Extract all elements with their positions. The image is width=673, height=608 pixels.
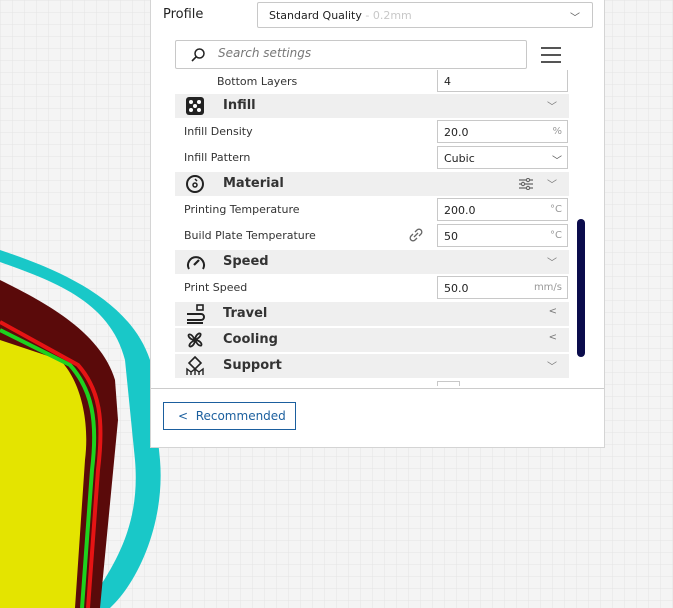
chevron-left-icon: < — [548, 332, 557, 343]
support-icon — [186, 356, 204, 375]
search-icon — [191, 48, 205, 62]
profile-value: Standard Quality — [269, 9, 362, 22]
category-title: Travel — [223, 306, 268, 321]
category-travel[interactable]: Travel < — [175, 302, 569, 326]
category-cooling[interactable]: Cooling < — [175, 328, 569, 352]
printing-temperature-input[interactable]: 200.0 °C — [437, 198, 568, 221]
settings-list: Bottom Layers 4 Infill ﹀ Infill Density 20.… — [175, 70, 569, 386]
infill-pattern-dropdown[interactable]: Cubic ﹀ — [437, 146, 568, 169]
print-settings-panel: Profile Standard Quality - 0.2mm ﹀ Bottom… — [150, 0, 605, 448]
chevron-down-icon: ﹀ — [547, 180, 557, 191]
profile-dropdown[interactable]: Standard Quality - 0.2mm ﹀ — [257, 2, 593, 28]
category-material[interactable]: Material ﹀ — [175, 172, 569, 196]
search-input[interactable] — [218, 46, 508, 60]
setting-label: Bottom Layers — [217, 75, 298, 88]
unit: mm/s — [533, 282, 562, 293]
material-spool-icon — [186, 175, 204, 193]
infill-icon — [186, 97, 204, 115]
profile-label: Profile — [163, 7, 204, 22]
field-value: 20.0 — [444, 126, 469, 139]
category-support[interactable]: Support ﹀ — [175, 354, 569, 378]
field-value: 50 — [444, 230, 458, 243]
category-speed[interactable]: Speed ﹀ — [175, 250, 569, 274]
field-value: 4 — [444, 75, 451, 88]
speedometer-icon — [187, 256, 205, 270]
infill-density-input[interactable]: 20.0% — [437, 120, 568, 143]
settings-visibility-menu-button[interactable] — [541, 44, 561, 64]
setting-build-plate-temperature: Build Plate Temperature 50 °C — [175, 223, 569, 248]
search-settings[interactable] — [175, 40, 527, 69]
divider — [151, 388, 604, 389]
setting-print-speed: Print Speed 50.0 mm/s — [175, 275, 569, 300]
chevron-down-icon: ﹀ — [570, 13, 580, 24]
support-checkbox[interactable] — [437, 381, 460, 386]
link-icon[interactable] — [409, 228, 423, 242]
fan-icon — [187, 332, 203, 348]
unit: % — [552, 126, 562, 137]
category-title: Material — [223, 176, 284, 191]
adjust-settings-icon[interactable] — [519, 178, 533, 190]
field-value: 50.0 — [444, 282, 469, 295]
field-value: Cubic — [444, 152, 475, 165]
chevron-down-icon: ﹀ — [547, 258, 557, 269]
travel-icon — [187, 304, 205, 324]
chevron-down-icon: ﹀ — [547, 362, 557, 373]
category-title: Support — [223, 358, 282, 373]
build-plate-temperature-input[interactable]: 50 °C — [437, 224, 568, 247]
category-title: Speed — [223, 254, 269, 269]
model-infill — [0, 340, 87, 608]
profile-layer-height: - 0.2mm — [361, 9, 412, 22]
recommended-button[interactable]: < Recommended — [163, 402, 296, 430]
setting-label: Print Speed — [184, 281, 248, 294]
setting-label: Printing Temperature — [184, 203, 300, 216]
print-speed-input[interactable]: 50.0 mm/s — [437, 276, 568, 299]
setting-bottom-layers: Bottom Layers 4 — [175, 70, 569, 95]
setting-label: Infill Pattern — [184, 151, 251, 164]
chevron-down-icon: ﹀ — [547, 102, 557, 113]
setting-label: Infill Density — [184, 125, 253, 138]
chevron-down-icon: ﹀ — [552, 156, 562, 167]
category-infill[interactable]: Infill ﹀ — [175, 94, 569, 118]
recommended-label: Recommended — [195, 409, 286, 423]
setting-label: Build Plate Temperature — [184, 229, 316, 242]
field-value: 200.0 — [444, 204, 476, 217]
chevron-left-icon: < — [178, 409, 196, 423]
setting-infill-pattern: Infill Pattern Cubic ﹀ — [175, 145, 569, 170]
chevron-left-icon: < — [548, 306, 557, 317]
unit: °C — [550, 204, 562, 215]
setting-infill-density: Infill Density 20.0% — [175, 119, 569, 144]
category-title: Cooling — [223, 332, 278, 347]
settings-scrollbar[interactable] — [577, 219, 585, 357]
hamburger-icon — [541, 47, 561, 49]
setting-printing-temperature: Printing Temperature 200.0 °C — [175, 197, 569, 222]
unit: °C — [550, 230, 562, 241]
category-title: Infill — [223, 98, 256, 113]
bottom-layers-input[interactable]: 4 — [437, 70, 568, 92]
